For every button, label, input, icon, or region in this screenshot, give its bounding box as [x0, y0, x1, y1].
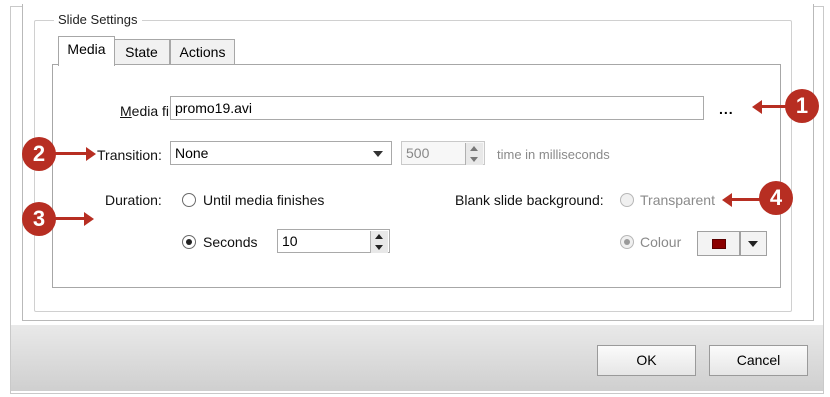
callout-2-arrowhead [86, 147, 96, 161]
transparent-radio[interactable] [620, 193, 634, 207]
dialog-footer [11, 325, 823, 391]
callout-2-arrow [55, 152, 87, 155]
callout-3-arrowhead [84, 212, 94, 226]
callout-4-badge: 4 [759, 181, 793, 215]
seconds-input[interactable]: 10 [277, 229, 390, 253]
spin-up-icon [470, 146, 478, 151]
seconds-spinner[interactable] [370, 231, 388, 253]
spin-down-icon [470, 157, 478, 162]
transition-dropdown[interactable]: None [170, 141, 392, 165]
tab-media[interactable]: Media [58, 36, 115, 66]
group-title: Slide Settings [54, 12, 142, 27]
callout-3-badge: 3 [22, 202, 56, 236]
colour-picker-button[interactable] [697, 231, 740, 256]
callout-2-badge: 2 [22, 137, 56, 171]
transition-value: None [175, 145, 209, 161]
time-spinner[interactable] [465, 143, 483, 165]
browse-button[interactable]: ... [719, 101, 734, 117]
colour-label: Colour [640, 234, 682, 250]
seconds-value: 10 [282, 233, 298, 249]
transparent-label: Transparent [640, 192, 715, 208]
tab-state[interactable]: State [113, 39, 170, 65]
ok-button[interactable]: OK [597, 345, 696, 376]
transition-label: Transition: [97, 147, 162, 163]
callout-1-badge: 1 [785, 89, 819, 123]
until-media-radio[interactable] [182, 193, 196, 207]
colour-swatch [712, 239, 726, 249]
chevron-down-icon [748, 241, 758, 247]
background-label: Blank slide background: [455, 192, 604, 208]
callout-3-arrow [55, 217, 85, 220]
colour-radio[interactable] [620, 235, 634, 249]
transition-time-value: 500 [406, 145, 430, 161]
chevron-down-icon [373, 151, 383, 157]
spin-up-icon [375, 234, 383, 239]
colour-dropdown-button[interactable] [740, 231, 767, 256]
seconds-label: Seconds [203, 234, 258, 250]
callout-1-arrow [760, 105, 786, 108]
duration-label: Duration: [105, 192, 162, 208]
media-file-input[interactable]: promo19.avi [170, 96, 704, 120]
until-media-label: Until media finishes [203, 192, 325, 208]
spin-down-icon [375, 245, 383, 250]
cancel-button[interactable]: Cancel [709, 345, 808, 376]
tab-actions[interactable]: Actions [170, 39, 235, 65]
callout-4-arrow [730, 198, 760, 201]
media-file-accesskey: M [120, 103, 132, 119]
transition-time-input[interactable]: 500 [401, 141, 485, 165]
time-unit-label: time in milliseconds [497, 147, 610, 162]
seconds-radio[interactable] [182, 235, 196, 249]
